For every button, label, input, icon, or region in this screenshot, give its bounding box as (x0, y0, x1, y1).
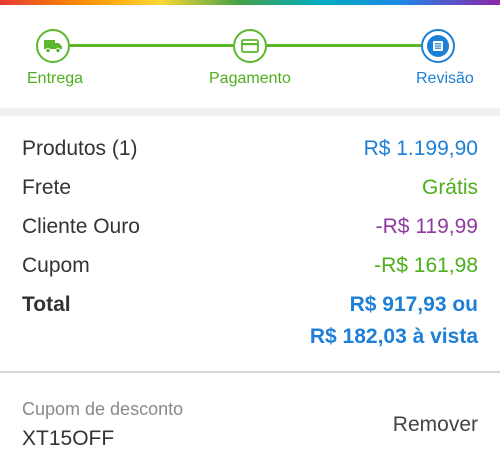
section-divider (0, 108, 500, 116)
list-document-icon (427, 35, 449, 57)
gold-client-value: -R$ 119,99 (375, 215, 478, 238)
coupon-discount-label: Cupom (22, 254, 90, 277)
shipping-value: Grátis (421, 176, 478, 199)
coupon-code: XT15OFF (22, 427, 115, 450)
step-pagamento-label[interactable]: Pagamento (209, 70, 291, 88)
step-entrega-label[interactable]: Entrega (27, 70, 83, 88)
total-cash-value: R$ 182,03 à vista (309, 325, 478, 348)
coupon-section: Cupom de desconto XT15OFF Remover (0, 373, 500, 472)
total-installment-value: R$ 917,93 ou (349, 293, 478, 316)
step-pagamento-circle[interactable] (233, 29, 267, 63)
step-revisao-circle[interactable] (421, 29, 455, 63)
summary-row-coupon: Cupom -R$ 161,98 (22, 254, 478, 284)
truck-icon (44, 40, 62, 53)
remove-coupon-button[interactable]: Remover (393, 413, 478, 437)
coupon-caption: Cupom de desconto (22, 399, 184, 419)
total-label: Total (22, 293, 71, 316)
summary-row-gold-client: Cliente Ouro -R$ 119,99 (22, 215, 478, 245)
stepper-connector (267, 44, 421, 47)
summary-row-products: Produtos (1) R$ 1.199,90 (22, 137, 478, 167)
products-value: R$ 1.199,90 (363, 137, 478, 160)
step-revisao-label[interactable]: Revisão (416, 70, 474, 88)
checkout-stepper: Entrega Pagamento Revisão (0, 5, 500, 108)
shipping-label: Frete (22, 176, 72, 199)
summary-row-total: Total R$ 917,93 ou R$ 182,03 à vista (22, 293, 478, 355)
credit-card-icon (241, 39, 259, 53)
step-entrega-circle[interactable] (36, 29, 70, 63)
order-summary: Produtos (1) R$ 1.199,90 Frete Grátis Cl… (0, 116, 500, 370)
products-label: Produtos (1) (22, 137, 138, 160)
gold-client-label: Cliente Ouro (22, 215, 140, 238)
coupon-discount-value: -R$ 161,98 (374, 254, 478, 277)
summary-row-shipping: Frete Grátis (22, 176, 478, 206)
stepper-connector (70, 44, 233, 47)
